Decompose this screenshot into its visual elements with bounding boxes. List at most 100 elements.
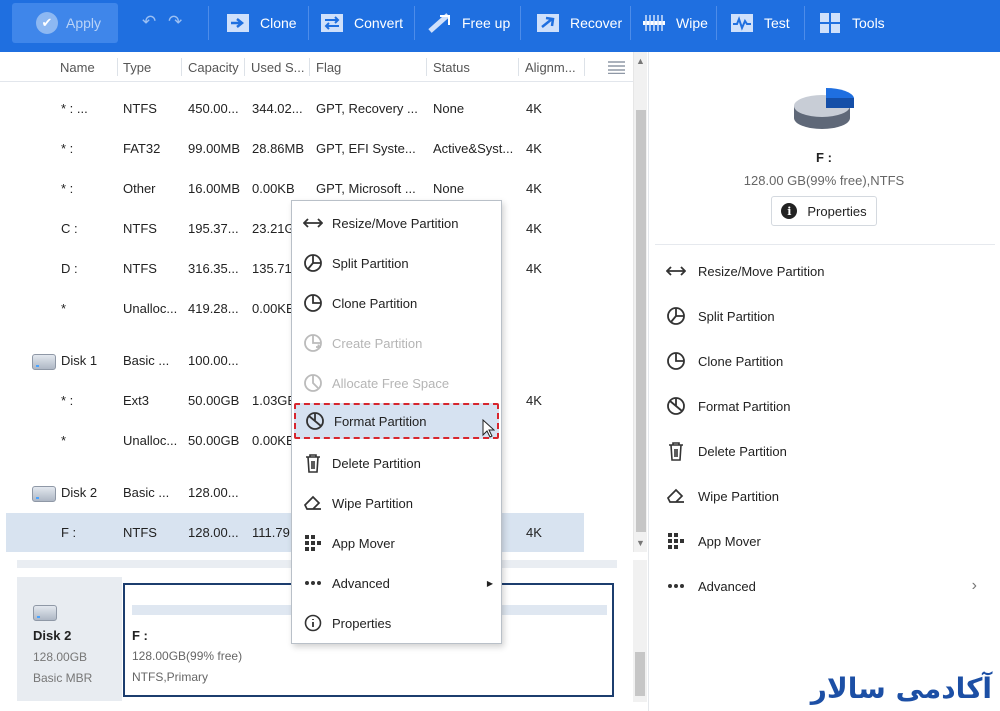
free-up-label: Free up — [462, 15, 511, 31]
column-divider[interactable] — [117, 58, 118, 76]
recover-button[interactable]: Recover — [536, 0, 622, 46]
clone-icon — [665, 350, 687, 372]
info-icon — [303, 613, 323, 633]
more-icon — [665, 575, 687, 597]
scrollbar-thumb[interactable] — [635, 652, 645, 696]
scroll-up-icon[interactable]: ▲ — [636, 56, 645, 66]
diskmap-scrollbar[interactable] — [633, 560, 647, 702]
resize-icon — [303, 213, 323, 233]
col-alignment[interactable]: Alignm... — [525, 60, 576, 75]
recover-icon — [536, 12, 560, 34]
apply-button[interactable]: ✔ Apply — [12, 3, 118, 43]
partition-size: 128.00GB(99% free) — [132, 649, 243, 663]
op-app-mover[interactable]: App Mover — [665, 529, 761, 553]
list-scrollbar[interactable]: ▲ ▼ — [633, 52, 647, 552]
toolbar: ✔ Apply ↶ ↷ Clone Convert Free up Recove… — [0, 0, 1000, 52]
trash-icon — [665, 440, 687, 462]
col-capacity[interactable]: Capacity — [188, 60, 239, 75]
disk-size: 128.00GB — [33, 650, 88, 664]
menu-resize-move[interactable]: Resize/Move Partition — [292, 205, 501, 241]
tools-button[interactable]: Tools — [818, 0, 885, 46]
scrollbar-thumb[interactable] — [636, 110, 646, 532]
column-divider[interactable] — [584, 58, 585, 76]
undo-icon[interactable]: ↶ — [142, 12, 156, 32]
check-icon: ✔ — [36, 12, 58, 34]
format-icon — [665, 395, 687, 417]
table-row[interactable]: * : FAT32 99.00MB 28.86MB GPT, EFI Syste… — [6, 129, 584, 169]
properties-button[interactable]: i Properties — [771, 196, 877, 226]
info-icon: i — [781, 203, 798, 219]
disk-icon — [33, 605, 57, 621]
clone-icon — [226, 12, 250, 34]
menu-format[interactable]: Format Partition — [294, 403, 499, 439]
operations-panel: F : 128.00 GB(99% free),NTFS i Propertie… — [648, 52, 1000, 711]
disk-icon — [32, 354, 56, 370]
wipe-button[interactable]: Wipe — [642, 0, 708, 46]
toolbar-divider — [804, 6, 805, 40]
menu-split[interactable]: Split Partition — [292, 245, 501, 281]
toolbar-divider — [308, 6, 309, 40]
split-icon — [665, 305, 687, 327]
op-format[interactable]: Format Partition — [665, 394, 790, 418]
wipe-icon — [642, 12, 666, 34]
disk-type: Basic MBR — [33, 671, 93, 685]
op-clone[interactable]: Clone Partition — [665, 349, 783, 373]
free-up-button[interactable]: Free up — [428, 0, 510, 46]
menu-create: Create Partition — [292, 325, 501, 361]
column-divider[interactable] — [426, 58, 427, 76]
menu-delete[interactable]: Delete Partition — [292, 445, 501, 481]
wipe-label: Wipe — [676, 15, 708, 31]
op-delete[interactable]: Delete Partition — [665, 439, 787, 463]
divider — [655, 244, 995, 245]
disk-icon — [32, 486, 56, 502]
free-up-icon — [428, 12, 452, 34]
disk-info[interactable]: Disk 2 128.00GB Basic MBR — [17, 577, 122, 701]
convert-button[interactable]: Convert — [320, 0, 403, 46]
menu-wipe[interactable]: Wipe Partition — [292, 485, 501, 521]
clone-icon — [303, 293, 323, 313]
op-resize-move[interactable]: Resize/Move Partition — [665, 259, 824, 283]
format-icon — [305, 411, 325, 431]
column-divider[interactable] — [518, 58, 519, 76]
col-flag[interactable]: Flag — [316, 60, 341, 75]
watermark-logo: آکادمی سالار — [810, 672, 992, 705]
test-button[interactable]: Test — [730, 0, 790, 46]
menu-clone[interactable]: Clone Partition — [292, 285, 501, 321]
convert-label: Convert — [354, 15, 404, 31]
trash-icon — [303, 453, 323, 473]
pie-chart-icon — [794, 87, 854, 129]
allocate-icon — [303, 373, 323, 393]
scroll-down-icon[interactable]: ▼ — [636, 538, 645, 548]
app-mover-icon — [303, 533, 323, 553]
partition-title: F : — [816, 150, 832, 165]
partition-name: F : — [132, 628, 148, 643]
create-icon — [303, 333, 323, 353]
app-mover-icon — [665, 530, 687, 552]
tools-icon — [818, 12, 842, 34]
col-used[interactable]: Used S... — [251, 60, 304, 75]
toolbar-divider — [716, 6, 717, 40]
col-name[interactable]: Name — [60, 60, 95, 75]
resize-icon — [665, 260, 687, 282]
disk-name: Disk 2 — [33, 628, 72, 643]
col-type[interactable]: Type — [123, 60, 151, 75]
clone-button[interactable]: Clone — [226, 0, 297, 46]
toolbar-divider — [630, 6, 631, 40]
properties-label: Properties — [807, 203, 867, 219]
table-row[interactable]: * : ... NTFS 450.00... 344.02... GPT, Re… — [6, 89, 584, 129]
more-icon — [303, 573, 323, 593]
chevron-right-icon: › — [971, 577, 977, 594]
op-advanced[interactable]: Advanced › — [665, 574, 991, 598]
menu-advanced[interactable]: Advanced ▶ — [292, 565, 501, 601]
col-status[interactable]: Status — [433, 60, 470, 75]
column-divider[interactable] — [244, 58, 245, 76]
column-settings-icon[interactable] — [608, 61, 625, 74]
column-divider[interactable] — [181, 58, 182, 76]
redo-icon[interactable]: ↷ — [168, 12, 182, 32]
menu-app-mover[interactable]: App Mover — [292, 525, 501, 561]
column-divider[interactable] — [309, 58, 310, 76]
op-split[interactable]: Split Partition — [665, 304, 775, 328]
op-wipe[interactable]: Wipe Partition — [665, 484, 779, 508]
menu-properties[interactable]: Properties — [292, 605, 501, 641]
clone-label: Clone — [260, 15, 297, 31]
